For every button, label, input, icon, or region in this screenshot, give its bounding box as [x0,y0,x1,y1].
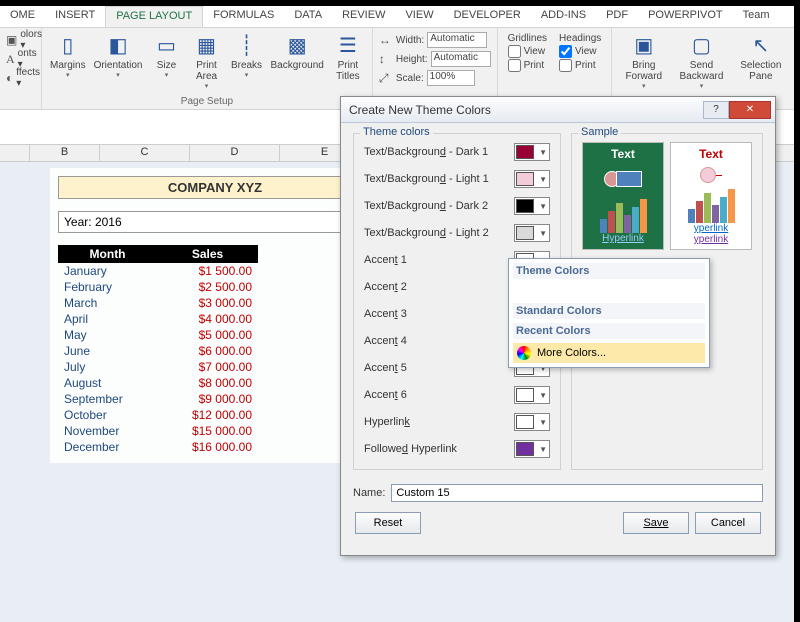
tab-review[interactable]: REVIEW [332,6,395,27]
close-button[interactable]: ✕ [729,101,771,119]
breaks-button[interactable]: ┊Breaks▾ [227,29,267,81]
tab-ome[interactable]: OME [0,6,45,27]
send-backward-button[interactable]: ▢Send Backward▾ [671,29,731,92]
sample-light: Text yperlink yperlink [670,142,752,250]
col-header-B[interactable]: B [30,145,100,161]
table-row[interactable]: December$16 000.00 [58,439,258,455]
reset-button[interactable]: Reset [355,512,421,534]
name-input[interactable] [391,484,763,502]
save-button[interactable]: Save [623,512,689,534]
tab-insert[interactable]: INSERT [45,6,105,27]
col-header-blank[interactable] [0,145,30,161]
table-row[interactable]: July$7 000.00 [58,359,258,375]
swatch-2[interactable]: ▼ [514,197,550,215]
name-label: Name: [353,487,385,499]
size-button[interactable]: ▭Size▾ [147,29,187,81]
gridlines-print-check[interactable]: Print [508,59,547,72]
tab-formulas[interactable]: FORMULAS [203,6,284,27]
col-header-C[interactable]: C [100,145,190,161]
selection-pane-button[interactable]: ↖Selection Pane [732,29,790,84]
orientation-button[interactable]: ◧Orientation▾ [90,29,147,81]
table-row[interactable]: February$2 500.00 [58,279,258,295]
tab-powerpivot[interactable]: POWERPIVOT [638,6,733,27]
cancel-button[interactable]: Cancel [695,512,761,534]
margins-button[interactable]: ▯Margins▾ [46,29,90,81]
table-row[interactable]: August$8 000.00 [58,375,258,391]
tab-team[interactable]: Team [733,6,780,27]
themes-effects[interactable]: ◐ffects ▾ [6,69,35,87]
sample-dark: Text Hyperlink [582,142,664,250]
swatch-3[interactable]: ▼ [514,224,550,242]
tab-add-ins[interactable]: ADD-INS [531,6,596,27]
table-row[interactable]: June$6 000.00 [58,343,258,359]
gridlines-view-check[interactable]: View [508,45,547,58]
swatch-1[interactable]: ▼ [514,170,550,188]
background-button[interactable]: ▩Background [267,29,328,73]
ribbon-tabs: OMEINSERTPAGE LAYOUTFORMULASDATAREVIEWVI… [0,6,794,28]
table-row[interactable]: May$5 000.00 [58,327,258,343]
data-table: MonthSales January$1 500.00February$2 50… [58,245,258,455]
color-wheel-icon [517,346,531,360]
help-button[interactable]: ? [703,101,729,119]
table-row[interactable]: October$12 000.00 [58,407,258,423]
bring-forward-button[interactable]: ▣Bring Forward▾ [616,29,671,92]
gridlines-label: Gridlines [508,33,547,44]
swatch-9[interactable]: ▼ [514,386,550,404]
swatch-0[interactable]: ▼ [514,143,550,161]
headings-print-check[interactable]: Print [559,59,601,72]
table-row[interactable]: November$15 000.00 [58,423,258,439]
scale-combo[interactable]: 100% [427,70,475,86]
headings-label: Headings [559,33,601,44]
table-row[interactable]: September$9 000.00 [58,391,258,407]
tab-pdf[interactable]: PDF [596,6,638,27]
print-area-button[interactable]: ▦Print Area▾ [187,29,227,92]
table-row[interactable]: March$3 000.00 [58,295,258,311]
height-combo[interactable]: Automatic [431,51,491,67]
color-picker-popup: Theme Colors Standard Colors Recent Colo… [508,258,710,368]
themes-fonts[interactable]: Aonts ▾ [6,50,35,68]
headings-view-check[interactable]: View [559,45,601,58]
tab-data[interactable]: DATA [284,6,332,27]
tab-view[interactable]: VIEW [395,6,443,27]
dialog-title: Create New Theme Colors [349,103,491,117]
print-titles-button[interactable]: ☰Print Titles [328,29,368,84]
tab-page-layout[interactable]: PAGE LAYOUT [105,6,203,27]
swatch-10[interactable]: ▼ [514,413,550,431]
themes-colors[interactable]: ▣olors ▾ [6,31,35,49]
col-header-D[interactable]: D [190,145,280,161]
table-row[interactable]: April$4 000.00 [58,311,258,327]
swatch-11[interactable]: ▼ [514,440,550,458]
width-combo[interactable]: Automatic [427,32,487,48]
tab-developer[interactable]: DEVELOPER [444,6,531,27]
year-cell[interactable]: Year: 2016 [58,211,372,233]
company-header: COMPANY XYZ [58,176,372,199]
table-row[interactable]: January$1 500.00 [58,263,258,279]
more-colors[interactable]: More Colors... [513,343,705,363]
